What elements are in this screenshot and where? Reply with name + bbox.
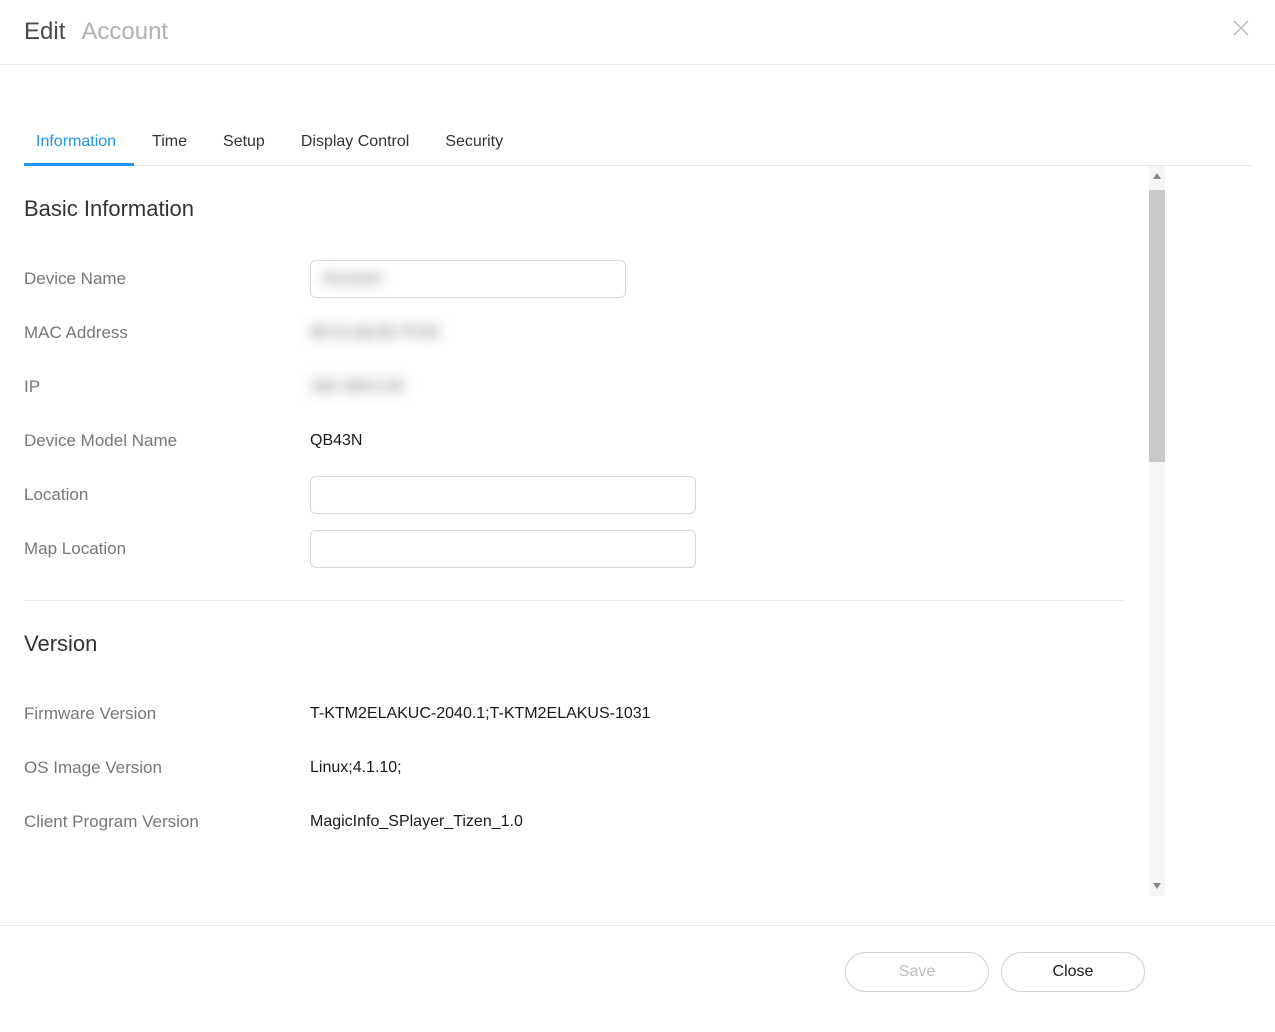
row-mac-address: MAC Address 00:12:ab:00:75:50 <box>24 306 1124 360</box>
row-client-program-version: Client Program Version MagicInfo_SPlayer… <box>24 795 1124 849</box>
tab-time[interactable]: Time <box>134 121 205 165</box>
section-version: Version Firmware Version T-KTM2ELAKUC-20… <box>24 631 1124 873</box>
label-client-program-version: Client Program Version <box>24 812 310 832</box>
label-firmware-version: Firmware Version <box>24 704 310 724</box>
close-icon[interactable] <box>1231 18 1251 38</box>
row-device-model-name: Device Model Name QB43N <box>24 414 1124 468</box>
scroll-up-icon[interactable] <box>1149 168 1165 184</box>
close-button[interactable]: Close <box>1001 952 1145 992</box>
section-title-version: Version <box>24 631 1124 657</box>
label-mac-address: MAC Address <box>24 323 310 343</box>
label-os-image-version: OS Image Version <box>24 758 310 778</box>
scrollbar-thumb[interactable] <box>1149 190 1165 462</box>
value-device-model-name: QB43N <box>310 432 362 450</box>
map-location-input[interactable] <box>310 530 696 568</box>
scroll-down-icon[interactable] <box>1149 878 1165 894</box>
location-input[interactable] <box>310 476 696 514</box>
row-ip: IP 192.168.0.20 <box>24 360 1124 414</box>
row-firmware-version: Firmware Version T-KTM2ELAKUC-2040.1;T-K… <box>24 687 1124 741</box>
tabs-container: Information Time Setup Display Control S… <box>0 121 1275 166</box>
value-firmware-version: T-KTM2ELAKUC-2040.1;T-KTM2ELAKUS-1031 <box>310 705 651 723</box>
section-title-basic: Basic Information <box>24 196 1124 222</box>
value-client-program-version: MagicInfo_SPlayer_Tizen_1.0 <box>310 813 523 831</box>
header-account-label: Account <box>81 18 168 46</box>
save-button[interactable]: Save <box>845 952 989 992</box>
label-location: Location <box>24 485 310 505</box>
header-edit-label: Edit <box>24 18 65 46</box>
value-os-image-version: Linux;4.1.10; <box>310 759 402 777</box>
device-name-value: Account <box>323 270 381 288</box>
tab-display-control[interactable]: Display Control <box>283 121 427 165</box>
modal-footer: Save Close <box>0 925 1275 1032</box>
tab-information[interactable]: Information <box>24 121 134 165</box>
row-device-name: Device Name Account <box>24 252 1124 306</box>
label-device-model-name: Device Model Name <box>24 431 310 451</box>
section-basic-information: Basic Information Device Name Account MA… <box>24 196 1124 601</box>
row-location: Location <box>24 468 1124 522</box>
row-os-image-version: OS Image Version Linux;4.1.10; <box>24 741 1124 795</box>
modal-header: Edit Account <box>0 0 1275 65</box>
value-ip: 192.168.0.20 <box>310 378 403 396</box>
tab-security[interactable]: Security <box>427 121 521 165</box>
tab-setup[interactable]: Setup <box>205 121 283 165</box>
label-ip: IP <box>24 377 310 397</box>
value-mac-address: 00:12:ab:00:75:50 <box>310 324 439 342</box>
scrollbar[interactable] <box>1149 166 1165 896</box>
label-device-name: Device Name <box>24 269 310 289</box>
content-area: Basic Information Device Name Account MA… <box>0 166 1275 896</box>
device-name-input[interactable]: Account <box>310 260 626 298</box>
row-map-location: Map Location <box>24 522 1124 576</box>
label-map-location: Map Location <box>24 539 310 559</box>
